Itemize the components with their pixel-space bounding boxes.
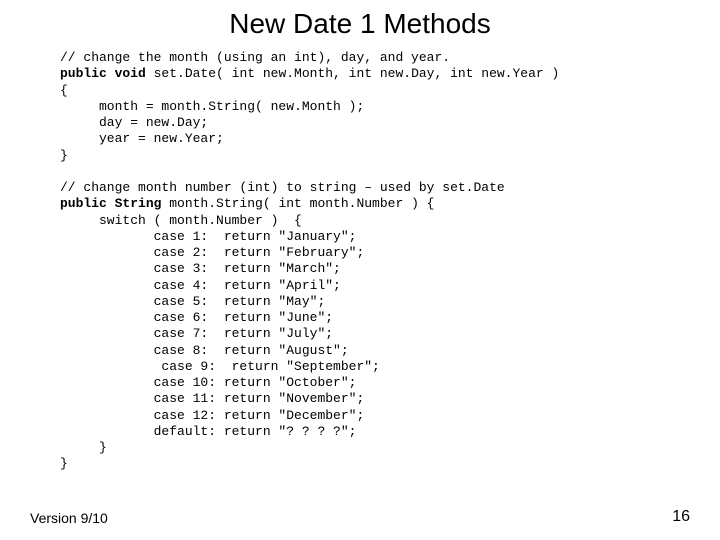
code-line: case 3: return "March"; xyxy=(60,261,341,276)
code-line: case 5: return "May"; xyxy=(60,294,325,309)
code-line: case 11: return "November"; xyxy=(60,391,364,406)
code-line: case 12: return "December"; xyxy=(60,408,364,423)
footer-version: Version 9/10 xyxy=(30,510,108,526)
code-line: case 4: return "April"; xyxy=(60,278,341,293)
code-line: case 8: return "August"; xyxy=(60,343,349,358)
code-line: } xyxy=(60,148,68,163)
code-keyword: public String xyxy=(60,196,161,211)
code-line: case 10: return "October"; xyxy=(60,375,356,390)
code-line: // change the month (using an int), day,… xyxy=(60,50,450,65)
code-line: } xyxy=(60,456,68,471)
code-line: case 6: return "June"; xyxy=(60,310,333,325)
code-line: // change month number (int) to string –… xyxy=(60,180,505,195)
page-number: 16 xyxy=(672,508,690,526)
code-line: month.String( int month.Number ) { xyxy=(161,196,434,211)
code-line: default: return "? ? ? ?"; xyxy=(60,424,356,439)
slide: New Date 1 Methods // change the month (… xyxy=(0,0,720,540)
code-line: case 2: return "February"; xyxy=(60,245,364,260)
code-line: case 9: return "September"; xyxy=(60,359,380,374)
code-line: case 1: return "January"; xyxy=(60,229,356,244)
code-line: month = month.String( new.Month ); xyxy=(60,99,364,114)
code-keyword: public void xyxy=(60,66,146,81)
code-line: switch ( month.Number ) { xyxy=(60,213,302,228)
code-line: year = new.Year; xyxy=(60,131,224,146)
code-line: } xyxy=(60,440,107,455)
slide-title: New Date 1 Methods xyxy=(0,0,720,46)
code-line: case 7: return "July"; xyxy=(60,326,333,341)
code-line: day = new.Day; xyxy=(60,115,208,130)
code-block: // change the month (using an int), day,… xyxy=(60,50,720,473)
code-line: set.Date( int new.Month, int new.Day, in… xyxy=(146,66,559,81)
code-blank xyxy=(60,164,68,179)
code-line: { xyxy=(60,83,68,98)
